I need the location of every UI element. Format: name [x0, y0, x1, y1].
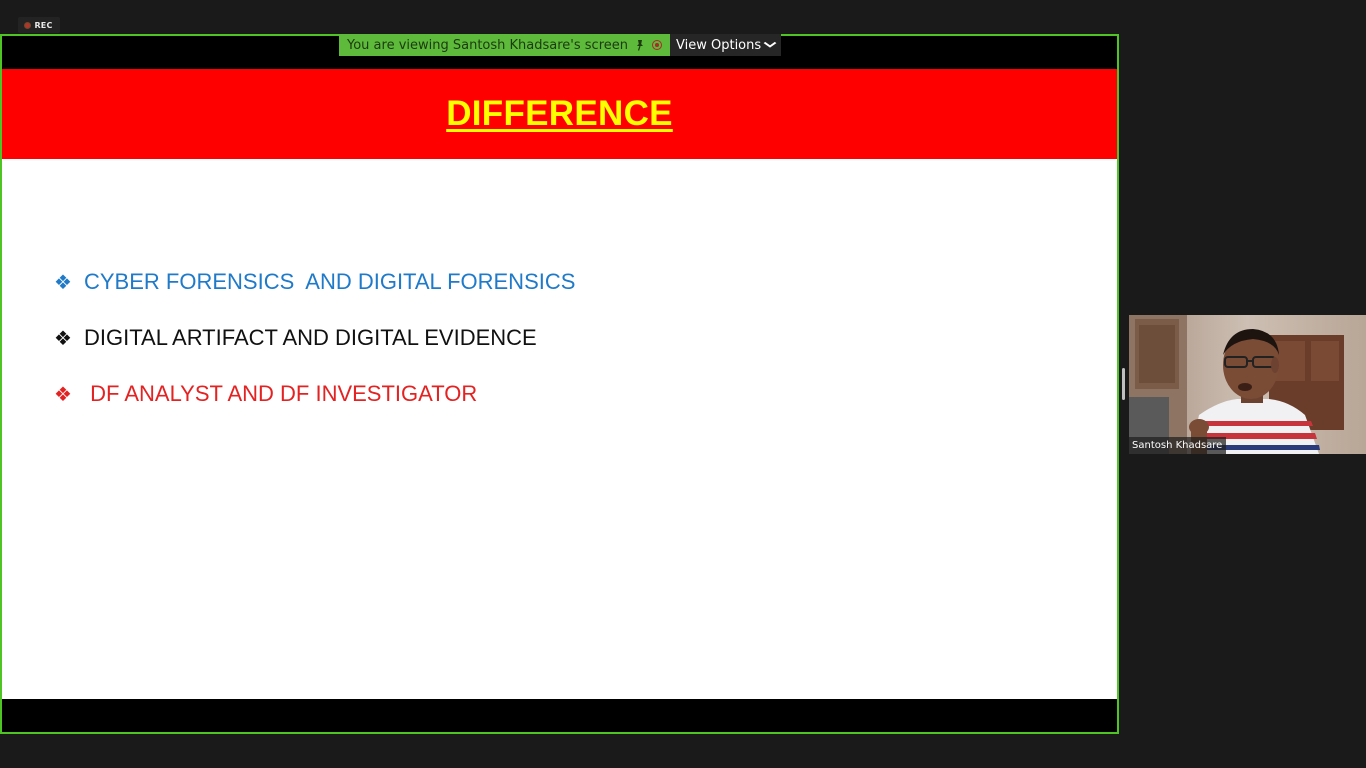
panel-resize-handle[interactable] [1122, 368, 1125, 400]
slide-header: DIFFERENCE [2, 69, 1117, 159]
participant-name-tag: Santosh Khadsare [1129, 437, 1227, 454]
presentation-slide: DIFFERENCE ❖ CYBER FORENSICS AND DIGITAL… [2, 69, 1117, 699]
bullet-item: ❖ DF ANALYST AND DF INVESTIGATOR [54, 381, 575, 437]
stop-share-icon[interactable] [652, 40, 662, 50]
bullet-list: ❖ CYBER FORENSICS AND DIGITAL FORENSICS … [54, 269, 575, 437]
view-options-button[interactable]: View Options [670, 34, 782, 56]
viewing-notice-text: You are viewing Santosh Khadsare's scree… [347, 37, 628, 53]
shared-screen: DIFFERENCE ❖ CYBER FORENSICS AND DIGITAL… [0, 34, 1119, 734]
bullet-text: DIGITAL ARTIFACT AND DIGITAL EVIDENCE [84, 325, 537, 350]
bullet-text: DF ANALYST AND DF INVESTIGATOR [84, 381, 478, 406]
chevron-down-icon [763, 40, 777, 51]
diamond-bullet-icon: ❖ [54, 382, 72, 406]
diamond-bullet-icon: ❖ [54, 326, 72, 350]
screen-share-banner: You are viewing Santosh Khadsare's scree… [339, 34, 782, 56]
recording-indicator: REC [18, 17, 60, 33]
pin-icon[interactable] [634, 39, 646, 51]
bullet-item: ❖ DIGITAL ARTIFACT AND DIGITAL EVIDENCE [54, 325, 575, 381]
diamond-bullet-icon: ❖ [54, 270, 72, 294]
viewing-notice: You are viewing Santosh Khadsare's scree… [339, 34, 670, 56]
slide-title: DIFFERENCE [446, 94, 673, 133]
view-options-label: View Options [676, 37, 762, 53]
bullet-item: ❖ CYBER FORENSICS AND DIGITAL FORENSICS [54, 269, 575, 325]
recording-dot-icon [25, 22, 31, 28]
recording-label: REC [34, 20, 53, 30]
participant-video-image [1129, 315, 1366, 454]
bullet-text: CYBER FORENSICS AND DIGITAL FORENSICS [84, 269, 576, 294]
participant-video-tile[interactable]: Santosh Khadsare [1129, 315, 1366, 454]
